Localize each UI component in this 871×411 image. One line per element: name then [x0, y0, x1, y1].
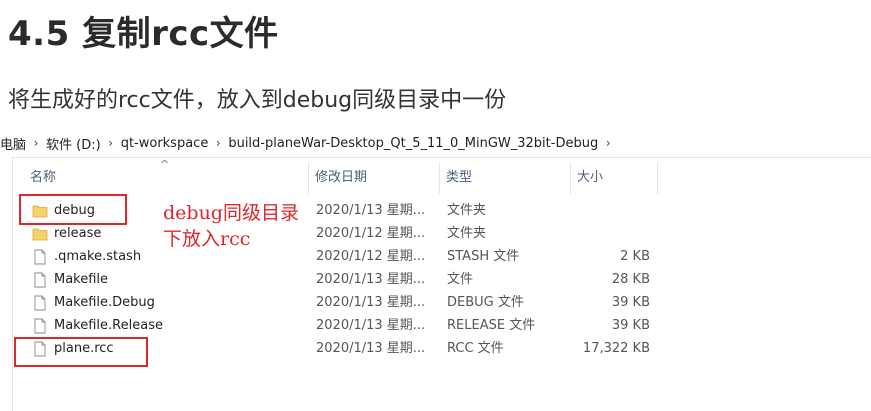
- file-date: 2020/1/13 星期...: [316, 272, 426, 287]
- chevron-right-icon[interactable]: ›: [210, 136, 226, 150]
- file-name: Makefile.Debug: [54, 295, 155, 310]
- breadcrumb-item-computer[interactable]: 电脑: [0, 134, 28, 153]
- file-size: [572, 223, 650, 245]
- file-date: 2020/1/12 星期...: [316, 226, 426, 241]
- file-type: STASH 文件: [447, 249, 520, 264]
- annotation-line-2: 下放入rcc: [163, 228, 251, 250]
- file-type: DEBUG 文件: [447, 295, 524, 310]
- folder-icon: [32, 228, 48, 241]
- file-row-release[interactable]: release 2020/1/12 星期... 文件夹: [22, 223, 662, 245]
- file-type: 文件: [447, 272, 474, 287]
- file-date: 2020/1/13 星期...: [316, 341, 426, 356]
- annotation-line-1: debug同级目录: [163, 202, 299, 224]
- highlight-box-plane-rcc: [14, 337, 148, 367]
- file-size: 39 KB: [611, 318, 650, 333]
- file-type: 文件夹: [447, 203, 487, 218]
- annotation-note: debug同级目录 下放入rcc: [163, 200, 299, 252]
- section-heading: 4.5 复制rcc文件: [8, 14, 279, 54]
- breadcrumb-item-workspace[interactable]: qt-workspace: [119, 136, 211, 151]
- file-row-makefile-debug[interactable]: Makefile.Debug 2020/1/13 星期... DEBUG 文件 …: [22, 292, 662, 314]
- file-icon: [34, 295, 46, 311]
- instruction-text: 将生成好的rcc文件，放入到debug同级目录中一份: [8, 88, 507, 113]
- column-header-size[interactable]: 大小: [571, 162, 657, 194]
- file-type: RCC 文件: [447, 341, 504, 356]
- chevron-right-icon[interactable]: ›: [600, 136, 616, 150]
- file-type: RELEASE 文件: [447, 318, 536, 333]
- file-icon: [34, 318, 46, 334]
- file-row-qmake-stash[interactable]: .qmake.stash 2020/1/12 星期... STASH 文件 2 …: [22, 246, 662, 268]
- file-icon: [34, 272, 46, 288]
- file-date: 2020/1/13 星期...: [316, 295, 426, 310]
- file-row-makefile[interactable]: Makefile 2020/1/13 星期... 文件 28 KB: [22, 269, 662, 291]
- file-date: 2020/1/13 星期...: [316, 203, 426, 218]
- breadcrumb-item-drive[interactable]: 软件 (D:): [44, 134, 103, 153]
- file-icon: [34, 249, 46, 265]
- file-name: release: [54, 226, 102, 241]
- file-type: 文件夹: [447, 226, 487, 241]
- chevron-right-icon[interactable]: ›: [28, 136, 44, 150]
- column-header-name[interactable]: 名称: [24, 162, 308, 194]
- breadcrumb: 电脑 › 软件 (D:) › qt-workspace › build-plan…: [0, 132, 616, 154]
- file-size: 2 KB: [620, 249, 650, 264]
- column-header-type[interactable]: 类型: [440, 162, 570, 194]
- highlight-box-debug: [19, 194, 127, 225]
- file-date: 2020/1/13 星期...: [316, 318, 426, 333]
- explorer-left-border: [12, 157, 13, 411]
- file-name: Makefile.Release: [54, 318, 163, 333]
- column-header-date[interactable]: 修改日期: [309, 162, 439, 194]
- column-divider[interactable]: [657, 162, 658, 194]
- breadcrumb-item-build-folder[interactable]: build-planeWar-Desktop_Qt_5_11_0_MinGW_3…: [226, 136, 600, 151]
- file-size: 28 KB: [611, 272, 650, 287]
- file-date: 2020/1/12 星期...: [316, 249, 426, 264]
- explorer-divider: [12, 157, 871, 158]
- file-row-makefile-release[interactable]: Makefile.Release 2020/1/13 星期... RELEASE…: [22, 315, 662, 337]
- file-size: [572, 200, 650, 222]
- file-name: Makefile: [54, 272, 109, 287]
- file-size: 39 KB: [611, 295, 650, 310]
- file-size: 17,322 KB: [582, 341, 650, 356]
- file-name: .qmake.stash: [54, 249, 142, 264]
- chevron-right-icon[interactable]: ›: [103, 136, 119, 150]
- screenshot-canvas: 4.5 复制rcc文件 将生成好的rcc文件，放入到debug同级目录中一份 电…: [0, 0, 871, 411]
